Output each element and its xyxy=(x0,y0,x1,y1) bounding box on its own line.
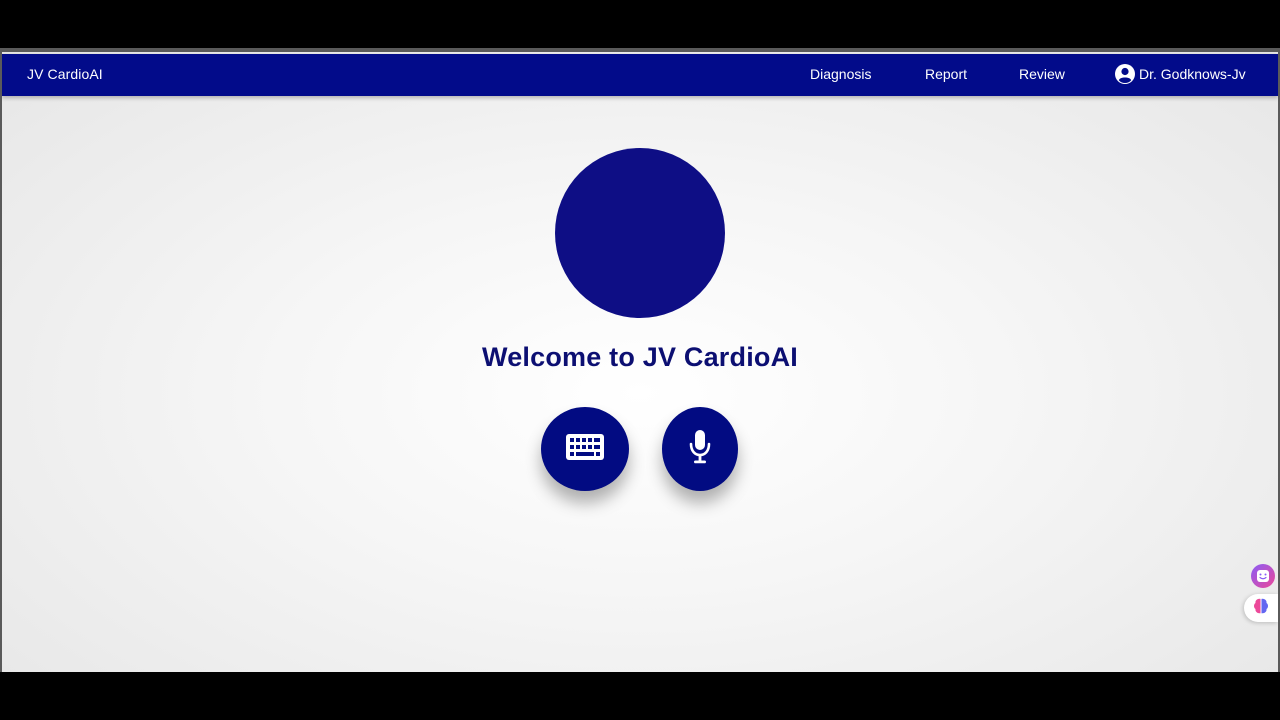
user-circle-icon xyxy=(1115,64,1135,84)
nav-link-diagnosis[interactable]: Diagnosis xyxy=(810,66,871,82)
nav-link-review[interactable]: Review xyxy=(1019,66,1065,82)
welcome-heading: Welcome to JV CardioAI xyxy=(482,342,798,372)
hero-circle xyxy=(555,148,725,318)
microphone-icon xyxy=(687,429,713,470)
user-name: Dr. Godknows-Jv xyxy=(1139,66,1246,82)
navbar: JV CardioAI Diagnosis Report Review Dr. … xyxy=(2,54,1278,96)
brain-icon xyxy=(1252,597,1270,620)
keyboard-icon xyxy=(565,433,605,466)
brain-widget-button[interactable] xyxy=(1244,594,1278,622)
voice-input-button[interactable] xyxy=(662,407,738,491)
brand-logo-text[interactable]: JV CardioAI xyxy=(27,66,103,82)
assistant-widget-button[interactable] xyxy=(1250,563,1278,594)
keyboard-input-button[interactable] xyxy=(541,407,629,491)
nav-link-report[interactable]: Report xyxy=(925,66,967,82)
app-window: JV CardioAI Diagnosis Report Review Dr. … xyxy=(2,52,1278,672)
user-menu[interactable]: Dr. Godknows-Jv xyxy=(1115,64,1246,84)
smiley-face-icon xyxy=(1250,563,1276,594)
